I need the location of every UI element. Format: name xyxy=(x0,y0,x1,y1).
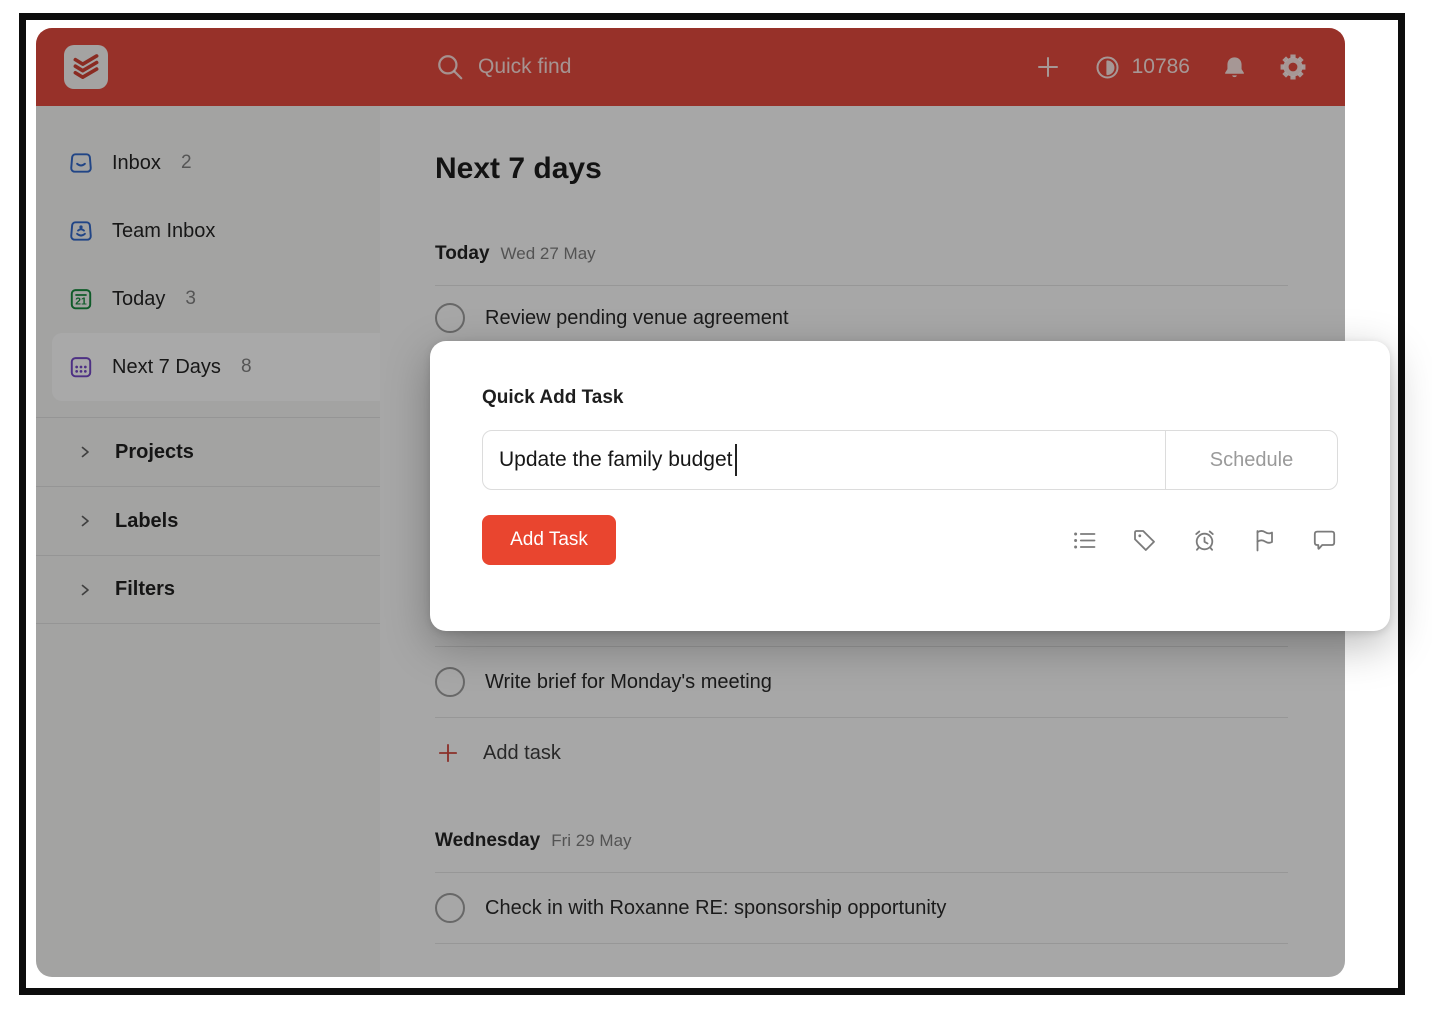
schedule-label: Schedule xyxy=(1210,449,1293,472)
task-name-input-row: Update the family budget Schedule xyxy=(482,430,1338,490)
schedule-button[interactable]: Schedule xyxy=(1165,431,1337,489)
add-task-button-label: Add Task xyxy=(510,529,588,551)
modal-footer: Add Task xyxy=(482,515,1338,565)
comment-icon[interactable] xyxy=(1311,527,1338,554)
task-option-icons xyxy=(1071,527,1338,554)
add-task-button[interactable]: Add Task xyxy=(482,515,616,565)
task-name-value: Update the family budget xyxy=(499,448,732,472)
quick-add-task-modal: Quick Add Task Update the family budget … xyxy=(430,341,1390,631)
task-name-input[interactable]: Update the family budget xyxy=(483,431,1165,489)
priority-flag-icon[interactable] xyxy=(1251,527,1278,554)
reminder-alarm-icon[interactable] xyxy=(1191,527,1218,554)
label-tag-icon[interactable] xyxy=(1131,527,1158,554)
text-cursor xyxy=(735,444,737,476)
screenshot-frame: Quick find 10786 xyxy=(19,13,1405,995)
project-list-icon[interactable] xyxy=(1071,527,1098,554)
modal-title: Quick Add Task xyxy=(482,387,1338,409)
